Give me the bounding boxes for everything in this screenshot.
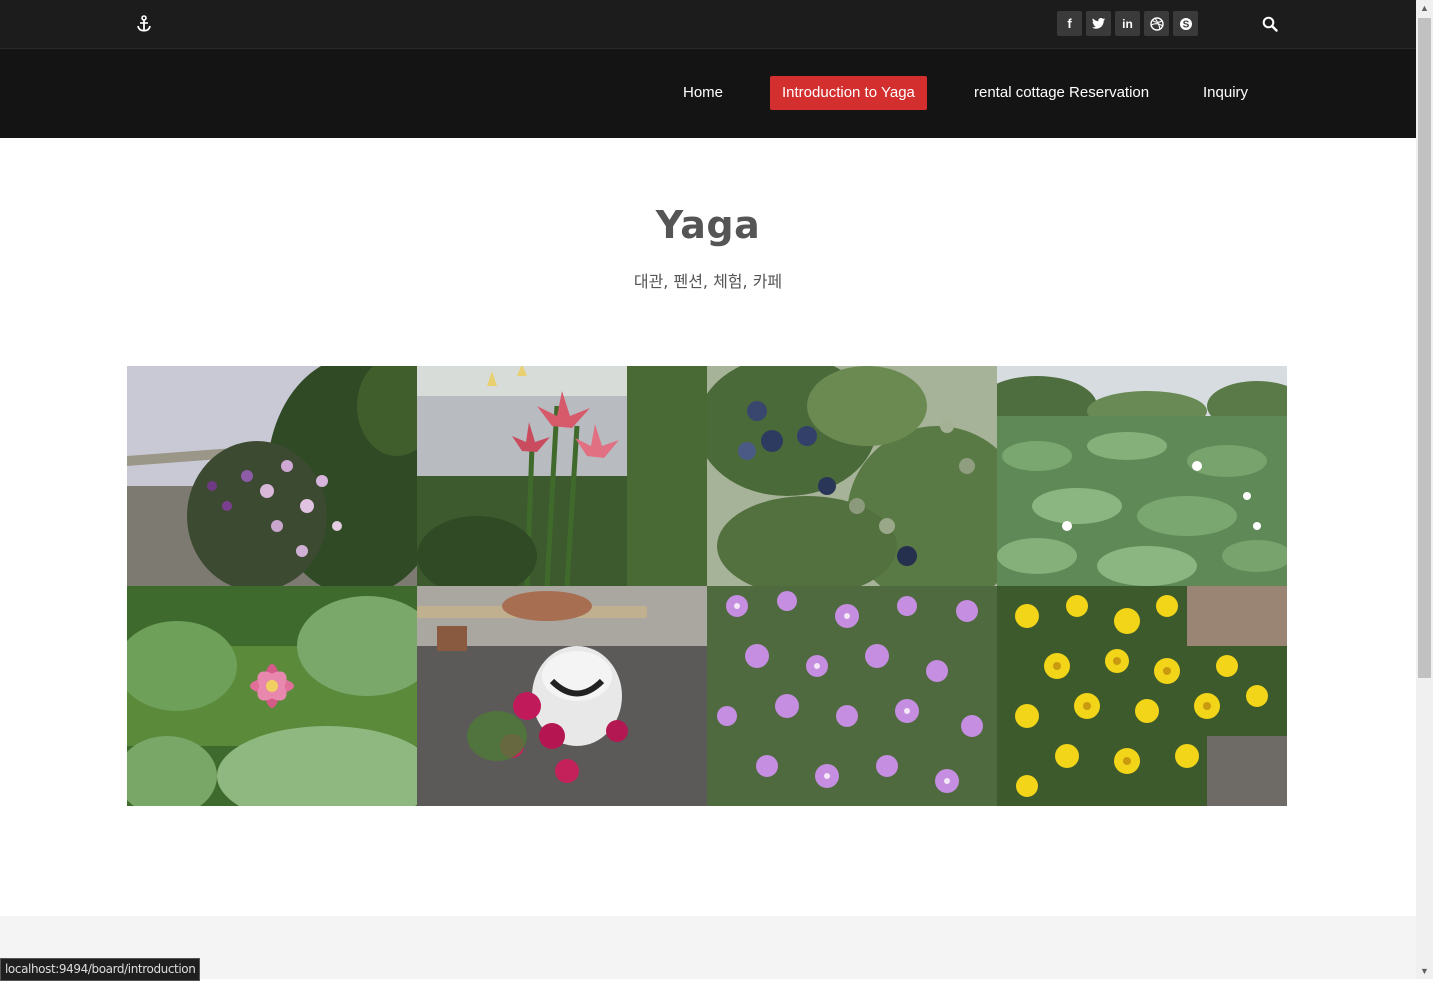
lotus-pond-photo[interactable] (997, 366, 1287, 586)
linkedin-icon[interactable]: in (1115, 11, 1140, 36)
footer (0, 916, 1416, 979)
nav-reservation[interactable]: rental cottage Reservation (962, 76, 1161, 110)
page-subtitle: 대관, 펜션, 체험, 카페 (633, 272, 783, 291)
twitter-icon[interactable] (1086, 11, 1111, 36)
scroll-up-arrow-icon[interactable]: ▲ (1416, 0, 1433, 16)
page-title: Yaga (655, 203, 761, 247)
clematis-flowers-photo[interactable] (127, 366, 417, 586)
top-bar: f in S (0, 0, 1416, 49)
lily-flowers-photo[interactable] (417, 366, 707, 586)
blueberry-bush-photo[interactable] (707, 366, 997, 586)
status-bar-url: localhost:9494/board/introduction (0, 958, 201, 981)
nav-home[interactable]: Home (671, 76, 735, 110)
search-icon[interactable] (1262, 16, 1278, 32)
scrollbar-thumb[interactable] (1418, 18, 1431, 678)
photo-gallery (127, 366, 1287, 806)
petunia-frog-pot-photo[interactable] (417, 586, 707, 806)
water-lily-photo[interactable] (127, 586, 417, 806)
yellow-daisy-flowers-photo[interactable] (997, 586, 1287, 806)
nav-introduction[interactable]: Introduction to Yaga (770, 76, 927, 110)
skype-icon[interactable]: S (1173, 11, 1198, 36)
dribbble-icon[interactable] (1144, 11, 1169, 36)
scroll-down-arrow-icon[interactable]: ▼ (1416, 963, 1433, 979)
nav-inquiry[interactable]: Inquiry (1191, 76, 1260, 110)
anchor-icon[interactable] (135, 15, 153, 33)
svg-text:S: S (1182, 19, 1189, 30)
purple-ice-plant-flowers-photo[interactable] (707, 586, 997, 806)
social-links: f in S (1057, 11, 1198, 36)
main-nav: Home Introduction to Yaga rental cottage… (0, 49, 1416, 138)
facebook-icon[interactable]: f (1057, 11, 1082, 36)
